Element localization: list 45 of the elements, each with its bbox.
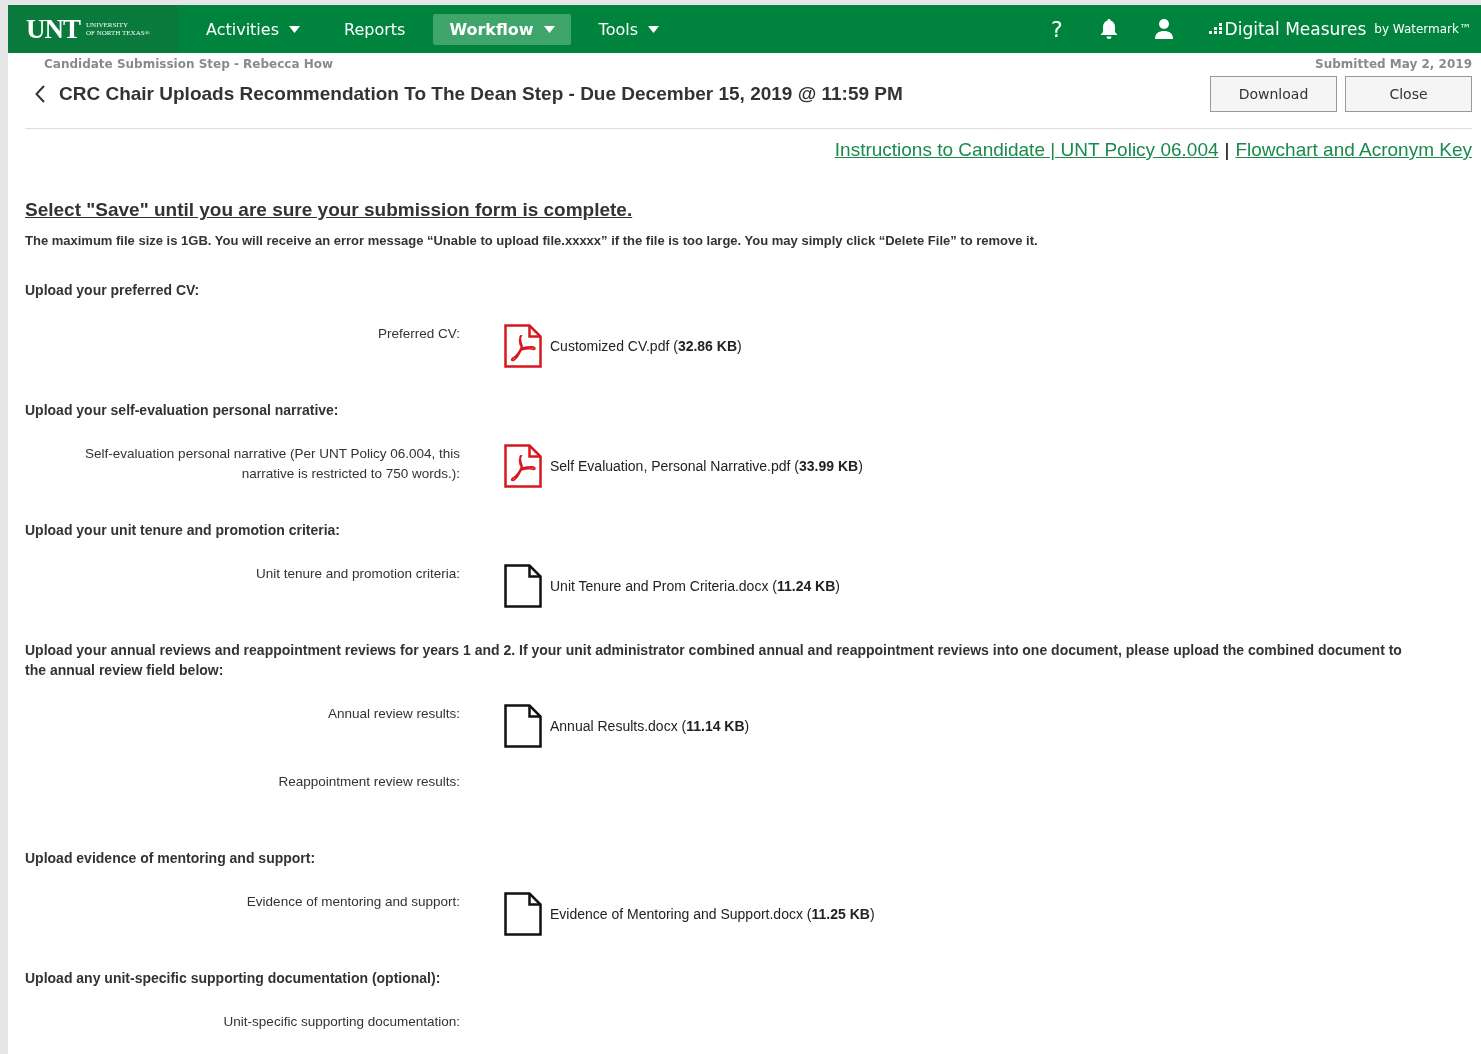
help-button[interactable]: ? (1044, 15, 1069, 43)
section-heading: Upload your unit tenure and promotion criteria: (25, 521, 341, 540)
field-label: Preferred CV: (376, 325, 460, 343)
field-label: Reappointment review results: (277, 773, 460, 791)
notice-heading: Select "Save" until you are sure your submission form is complete. (25, 199, 633, 221)
document-icon[interactable] (504, 704, 542, 748)
field-label: Self-evaluation personal narrative (Per UNT Policy 06.004, this narrative is restricted to 750 words.): (84, 445, 460, 483)
pdf-file-icon[interactable] (504, 324, 542, 368)
field-label: Unit tenure and promotion criteria: (254, 565, 460, 583)
document-icon[interactable] (504, 892, 542, 936)
field-label: Evidence of mentoring and support: (245, 893, 460, 911)
user-icon[interactable] (1154, 18, 1173, 40)
logo-mark: UNT (26, 13, 80, 45)
help-link[interactable]: Instructions to Candidate | UNT Policy 06.004 (834, 139, 1219, 161)
section-heading: Upload your preferred CV: (25, 281, 201, 300)
section-heading: Upload your annual reviews and reappointment reviews for years 1 and 2. If your unit administrator combined annual and reappointment reviews into one document, please upload the combined document to the annual review field below: (25, 641, 1403, 680)
brand-name: Digital Measures (1224, 19, 1367, 39)
header-button[interactable]: Download (1210, 76, 1337, 112)
brand-dots-icon (1208, 23, 1223, 35)
file-link[interactable]: Customized CV.pdf (32.86 KB) (550, 338, 742, 354)
pdf-file-icon[interactable] (504, 444, 542, 488)
link-separator: | (1224, 139, 1230, 161)
nav-menu-item[interactable]: Tools (582, 13, 676, 45)
section-heading: Upload your self-evaluation personal narrative: (25, 401, 340, 420)
previous-step-label: Candidate Submission Step - Rebecca How (44, 57, 334, 71)
submitted-date: Submitted May 2, 2019 (1315, 57, 1472, 71)
notification-bell-icon[interactable] (1098, 18, 1119, 40)
step-title: CRC Chair Uploads Recommendation To The Dean Step - Due December 15, 2019 @ 11:59 PM (59, 83, 903, 105)
file-link[interactable]: Self Evaluation, Personal Narrative.pdf (33.99 KB) (550, 458, 863, 474)
header-button[interactable]: Close (1345, 76, 1472, 112)
help-link[interactable]: Flowchart and Acronym Key (1235, 139, 1472, 161)
nav-menu-item[interactable]: Workflow (433, 13, 571, 45)
file-size-note: The maximum file size is 1GB. You will receive an error message “Unable to upload file.xxxxx” if the file is too large. You may simply click “Delete File” to remove it. (25, 233, 1039, 248)
field-label: Annual review results: (326, 705, 460, 723)
brand-byline: by Watermark™ (1374, 22, 1471, 36)
file-link[interactable]: Unit Tenure and Prom Criteria.docx (11.24 KB) (550, 578, 840, 594)
file-link[interactable]: Evidence of Mentoring and Support.docx (11.25 KB) (550, 906, 875, 922)
nav-menu-item[interactable]: Reports (328, 13, 422, 45)
section-heading: Upload any unit-specific supporting documentation (optional): (25, 969, 442, 988)
section-heading: Upload evidence of mentoring and support: (25, 849, 317, 868)
back-chevron-icon[interactable] (35, 85, 45, 103)
document-icon[interactable] (504, 564, 542, 608)
field-label: Unit-specific supporting documentation: (222, 1013, 460, 1031)
nav-menu-item[interactable]: Activities (190, 13, 316, 45)
file-link[interactable]: Annual Results.docx (11.14 KB) (550, 718, 750, 734)
